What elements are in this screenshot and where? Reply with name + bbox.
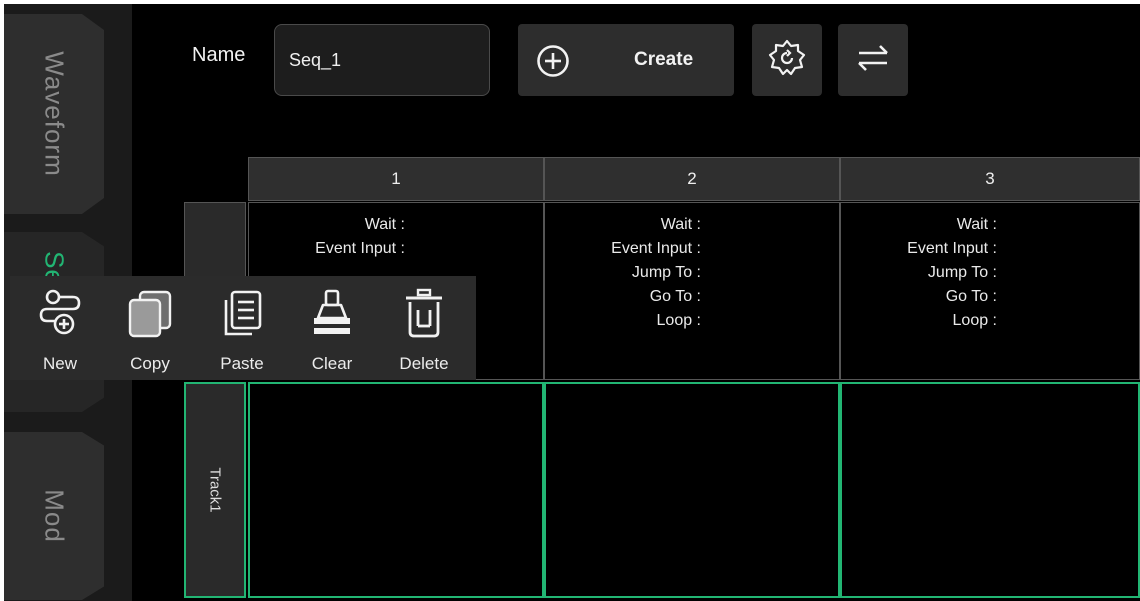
wait-label: Wait : bbox=[364, 216, 405, 233]
wait-label: Wait : bbox=[660, 216, 701, 233]
parameter-cell-3[interactable]: Wait : Event Input : Jump To : Go To : L… bbox=[840, 202, 1140, 380]
event-input-label: Event Input : bbox=[315, 240, 405, 257]
column-header-1[interactable]: 1 bbox=[248, 157, 544, 201]
jump-to-label: Jump To : bbox=[927, 264, 997, 281]
loop-label: Loop : bbox=[952, 312, 997, 329]
jump-to-label: Jump To : bbox=[631, 264, 701, 281]
loop-label: Loop : bbox=[656, 312, 701, 329]
swap-button[interactable] bbox=[838, 24, 908, 96]
clear-label: Clear bbox=[311, 354, 353, 373]
create-button-label: Create bbox=[634, 49, 694, 70]
column-header-3[interactable]: 3 bbox=[840, 157, 1140, 201]
column-header-2[interactable]: 2 bbox=[544, 157, 840, 201]
tab-waveform-label: Waveform bbox=[39, 51, 70, 177]
go-to-label: Go To : bbox=[945, 288, 997, 305]
edit-toolbar: New Copy Paste Clear Delete bbox=[10, 276, 476, 380]
create-button[interactable]: Create bbox=[518, 24, 734, 96]
parameter-list: Wait : Event Input : Jump To : Go To : L… bbox=[545, 213, 701, 333]
go-to-label: Go To : bbox=[649, 288, 701, 305]
tab-mod[interactable]: Mod bbox=[4, 432, 104, 600]
copy-button[interactable]: Copy bbox=[110, 276, 190, 380]
track-row-header[interactable]: Track1 bbox=[184, 382, 246, 598]
new-label: New bbox=[42, 354, 77, 373]
delete-label: Delete bbox=[399, 354, 449, 373]
wait-label: Wait : bbox=[956, 216, 997, 233]
copy-label: Copy bbox=[130, 354, 170, 373]
delete-button[interactable]: Delete bbox=[384, 276, 464, 380]
track-label: Track1 bbox=[206, 467, 224, 513]
paste-button[interactable]: Paste bbox=[202, 276, 282, 380]
parameter-list: Wait : Event Input : bbox=[249, 213, 405, 261]
track-cell-1[interactable] bbox=[248, 382, 544, 598]
sequence-editor-screen: Waveform Se Mod Name Create bbox=[4, 4, 1140, 601]
event-input-label: Event Input : bbox=[611, 240, 701, 257]
track-cell-2[interactable] bbox=[544, 382, 840, 598]
settings-button[interactable] bbox=[752, 24, 822, 96]
tab-mod-label: Mod bbox=[39, 489, 70, 543]
event-input-label: Event Input : bbox=[907, 240, 997, 257]
add-circle-icon bbox=[536, 44, 570, 83]
name-label: Name bbox=[192, 44, 246, 66]
track-cell-3[interactable] bbox=[840, 382, 1140, 598]
parameter-cell-2[interactable]: Wait : Event Input : Jump To : Go To : L… bbox=[544, 202, 840, 380]
name-input[interactable] bbox=[274, 24, 490, 96]
parameter-list: Wait : Event Input : Jump To : Go To : L… bbox=[841, 213, 997, 333]
paste-label: Paste bbox=[220, 354, 264, 373]
settings-icon bbox=[767, 38, 807, 83]
clear-button[interactable]: Clear bbox=[292, 276, 372, 380]
swap-icon bbox=[853, 38, 893, 83]
tab-waveform[interactable]: Waveform bbox=[4, 14, 104, 214]
new-button[interactable]: New bbox=[20, 276, 100, 380]
